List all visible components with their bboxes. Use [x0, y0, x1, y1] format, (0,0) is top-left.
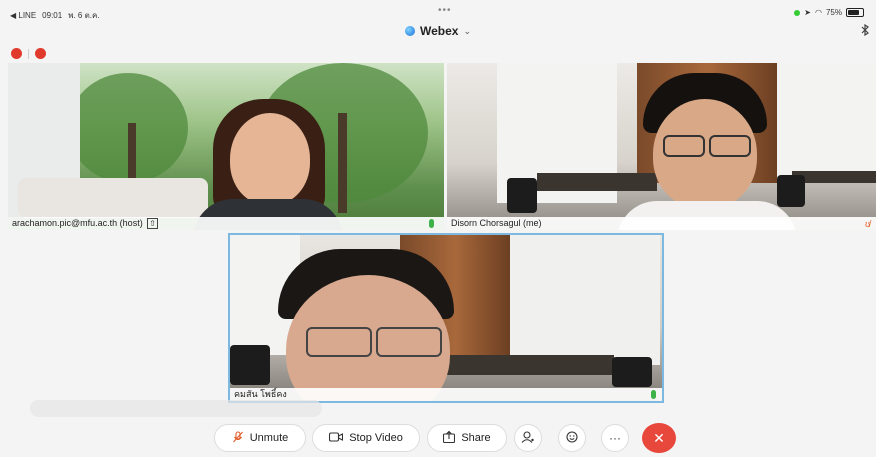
recording-icon — [11, 48, 22, 59]
live-icon — [35, 48, 46, 59]
clock: 09:01 — [42, 11, 63, 20]
status-bar: ◀ LINE 09:01 พ. 6 ต.ค. ••• ➤ ◠ 75% — [0, 0, 876, 20]
chair — [507, 178, 537, 213]
app-title: Webex — [419, 24, 459, 38]
battery-percent: 75% — [825, 8, 842, 17]
recording-indicator — [11, 48, 46, 59]
video-camera-icon — [329, 431, 344, 445]
participants-button[interactable] — [514, 424, 542, 452]
wifi-icon: ◠ — [815, 8, 822, 17]
video-tile-host[interactable]: arachamon.pic@mfu.ac.th (host) ⇧ — [8, 63, 444, 230]
battery-icon — [846, 8, 864, 17]
window-pane — [777, 63, 876, 183]
camera-in-use-icon — [794, 9, 801, 16]
notification-toast — [30, 400, 322, 417]
more-options-button[interactable]: ··· — [601, 424, 629, 452]
tree-trunk — [338, 113, 347, 213]
microphone-on-icon — [651, 390, 656, 399]
participant-name-label: Disorn Chorsagul (me) — [447, 217, 876, 230]
stop-video-label: Stop Video — [349, 432, 403, 444]
reactions-icon — [566, 430, 578, 446]
bluetooth-icon[interactable] — [860, 23, 870, 39]
window-pane — [510, 235, 660, 365]
sofa — [18, 178, 208, 218]
share-button[interactable]: Share — [427, 424, 507, 452]
unmute-button[interactable]: Unmute — [214, 424, 306, 452]
meeting-title-bar[interactable]: Webex ⌄ — [0, 20, 876, 42]
participant-name: คมสัน โพธิ์คง — [234, 389, 287, 399]
close-icon: ✕ — [653, 429, 665, 446]
location-icon: ➤ — [804, 8, 811, 17]
video-tile-me[interactable]: Disorn Chorsagul (me) ʊ̸ — [447, 63, 876, 230]
video-tile-active-speaker[interactable]: คมสัน โพธิ์คง — [228, 233, 664, 403]
reactions-button[interactable] — [558, 424, 586, 452]
meeting-controls: Unmute Stop Video Share ··· ✕ — [0, 423, 876, 454]
chevron-down-icon[interactable]: ⌄ — [463, 26, 471, 37]
desk — [444, 355, 614, 375]
participant-name-label: arachamon.pic@mfu.ac.th (host) ⇧ — [8, 217, 444, 230]
battery-fill — [848, 10, 859, 15]
multitask-dots[interactable]: ••• — [438, 5, 452, 16]
webex-logo-icon — [404, 26, 415, 36]
microphone-muted-icon — [232, 430, 244, 446]
stop-video-button[interactable]: Stop Video — [312, 424, 420, 452]
divider — [28, 48, 29, 59]
desk — [537, 173, 657, 191]
status-bar-right: ➤ ◠ 75% — [794, 8, 864, 17]
share-badge-icon: ⇧ — [147, 218, 158, 229]
participants-icon — [521, 430, 535, 446]
more-icon: ··· — [609, 431, 621, 445]
chair — [777, 175, 805, 207]
unmute-label: Unmute — [249, 432, 289, 444]
microphone-on-icon — [429, 219, 434, 228]
chair — [612, 357, 652, 387]
share-label: Share — [461, 432, 491, 444]
share-icon — [443, 430, 456, 446]
back-to-app-link[interactable]: ◀ LINE — [10, 11, 36, 20]
chair — [230, 345, 270, 385]
microphone-muted-icon: ʊ̸ — [865, 219, 871, 229]
participant-name: arachamon.pic@mfu.ac.th (host) — [12, 218, 143, 228]
end-call-button[interactable]: ✕ — [642, 423, 676, 453]
participant-name: Disorn Chorsagul (me) — [451, 218, 542, 228]
